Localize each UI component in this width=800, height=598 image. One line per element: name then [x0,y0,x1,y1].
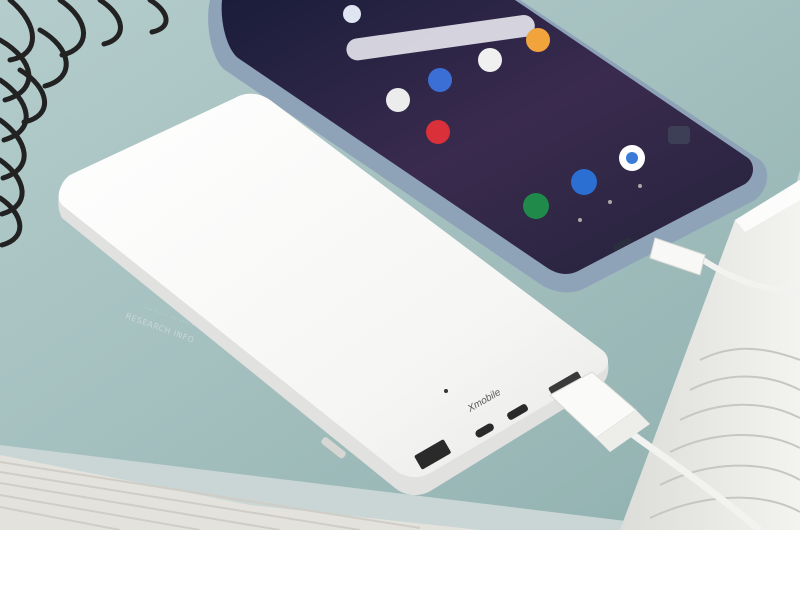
weather-icon [343,5,361,23]
product-photo: RESEARCH INFO ··· ···· ·· ····· Xmobile [0,0,800,598]
led-indicator [444,389,448,393]
play-store-icon [426,120,450,144]
photos-icon [386,88,410,112]
messages-icon [571,169,597,195]
settings-icon [478,48,502,72]
gallery-icon [428,68,452,92]
apps-grid-icon [668,126,690,144]
photo-canvas: RESEARCH INFO ··· ···· ·· ····· Xmobile [0,0,800,530]
phone-icon [523,193,549,219]
maps-icon [526,28,550,52]
